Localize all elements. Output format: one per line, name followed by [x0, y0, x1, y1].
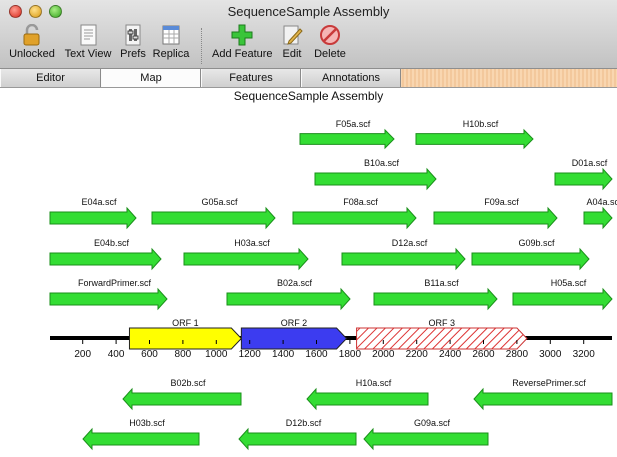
read-label: H10b.scf: [463, 119, 499, 129]
read-label: H03b.scf: [129, 418, 165, 428]
axis-tick-label: 1800: [339, 349, 362, 360]
axis-tick-label: 2200: [406, 349, 429, 360]
forward-read-arrow[interactable]: [341, 247, 466, 271]
forward-read-arrow[interactable]: [583, 206, 613, 230]
read-label: A04a.scf: [586, 197, 617, 207]
axis-tick-label: 200: [74, 349, 91, 360]
forward-read-arrow[interactable]: [299, 128, 395, 150]
forward-read-arrow[interactable]: [49, 287, 168, 311]
read-label: H03a.scf: [234, 238, 270, 248]
read-label: H05a.scf: [551, 278, 587, 288]
forward-read-arrow[interactable]: [512, 287, 613, 311]
orf-label: ORF 1: [172, 318, 199, 328]
reverse-read-arrow[interactable]: [473, 387, 613, 411]
read-label: H10a.scf: [356, 378, 392, 388]
reverse-read-arrow[interactable]: [122, 387, 242, 411]
forward-read-arrow[interactable]: [49, 206, 137, 230]
axis-tick-label: 1000: [205, 349, 228, 360]
read-label: B11a.scf: [424, 278, 459, 288]
read-label: D01a.scf: [572, 158, 608, 168]
reverse-read-arrow[interactable]: [238, 427, 357, 451]
forward-read-arrow[interactable]: [373, 287, 498, 311]
forward-read-arrow[interactable]: [433, 206, 558, 230]
read-label: F09a.scf: [484, 197, 519, 207]
forward-read-arrow[interactable]: [292, 206, 417, 230]
forward-read-arrow[interactable]: [151, 206, 276, 230]
reverse-read-arrow[interactable]: [363, 427, 489, 451]
read-label: B10a.scf: [364, 158, 400, 168]
forward-read-arrow[interactable]: [183, 247, 309, 271]
read-label: E04b.scf: [94, 238, 130, 248]
forward-read-arrow[interactable]: [471, 247, 590, 271]
forward-read-arrow[interactable]: [314, 167, 437, 191]
orf-arrow[interactable]: [240, 327, 348, 350]
axis-tick-label: 2000: [372, 349, 395, 360]
forward-read-arrow[interactable]: [49, 247, 162, 271]
read-label: F08a.scf: [343, 197, 378, 207]
read-label: G05a.scf: [201, 197, 238, 207]
axis-tick-label: 2400: [439, 349, 462, 360]
axis-tick-label: 1600: [305, 349, 328, 360]
read-label: ReversePrimer.scf: [512, 378, 586, 388]
orf-label: ORF 3: [428, 318, 455, 328]
read-label: G09a.scf: [414, 418, 451, 428]
forward-read-arrow[interactable]: [415, 128, 534, 150]
sequence-map: F05a.scf H10b.scf B10a.scf D01a.scf E04a.scf…: [49, 119, 617, 451]
axis-tick-label: 400: [108, 349, 125, 360]
reverse-read-arrow[interactable]: [82, 427, 200, 451]
axis-tick-label: 1200: [239, 349, 262, 360]
axis-tick-label: 1400: [272, 349, 295, 360]
read-label: B02b.scf: [170, 378, 206, 388]
axis-tick-label: 3200: [573, 349, 596, 360]
read-label: E04a.scf: [81, 197, 117, 207]
axis-tick-label: 2800: [506, 349, 529, 360]
orf-arrow[interactable]: [128, 327, 243, 350]
axis-tick-label: 3000: [539, 349, 562, 360]
axis-tick-label: 800: [175, 349, 192, 360]
forward-read-arrow[interactable]: [226, 287, 351, 311]
read-label: B02a.scf: [277, 278, 313, 288]
app-window: SequenceSample Assembly Unlocked Text Vi…: [0, 0, 617, 457]
read-label: F05a.scf: [336, 119, 371, 129]
forward-read-arrow[interactable]: [554, 167, 613, 191]
orf-label: ORF 2: [281, 318, 308, 328]
read-label: ForwardPrimer.scf: [78, 278, 152, 288]
axis-tick-label: 2600: [472, 349, 495, 360]
read-label: D12b.scf: [286, 418, 322, 428]
axis-tick-label: 600: [141, 349, 158, 360]
reverse-read-arrow[interactable]: [306, 387, 429, 411]
read-label: D12a.scf: [392, 238, 428, 248]
orf-arrow[interactable]: [356, 327, 528, 350]
read-label: G09b.scf: [518, 238, 555, 248]
